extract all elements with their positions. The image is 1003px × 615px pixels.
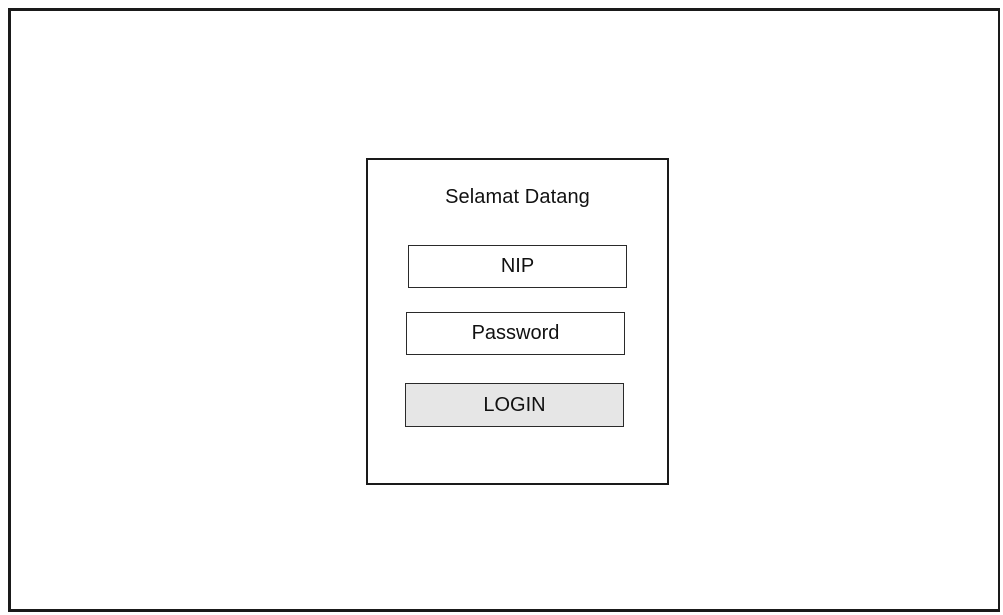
welcome-title: Selamat Datang: [445, 186, 590, 208]
app-window: Selamat Datang NIP Password LOGIN: [8, 8, 1000, 612]
nip-input[interactable]: NIP: [408, 245, 627, 288]
login-panel: Selamat Datang NIP Password LOGIN: [366, 158, 669, 485]
login-button[interactable]: LOGIN: [405, 383, 624, 427]
password-input[interactable]: Password: [406, 312, 625, 355]
